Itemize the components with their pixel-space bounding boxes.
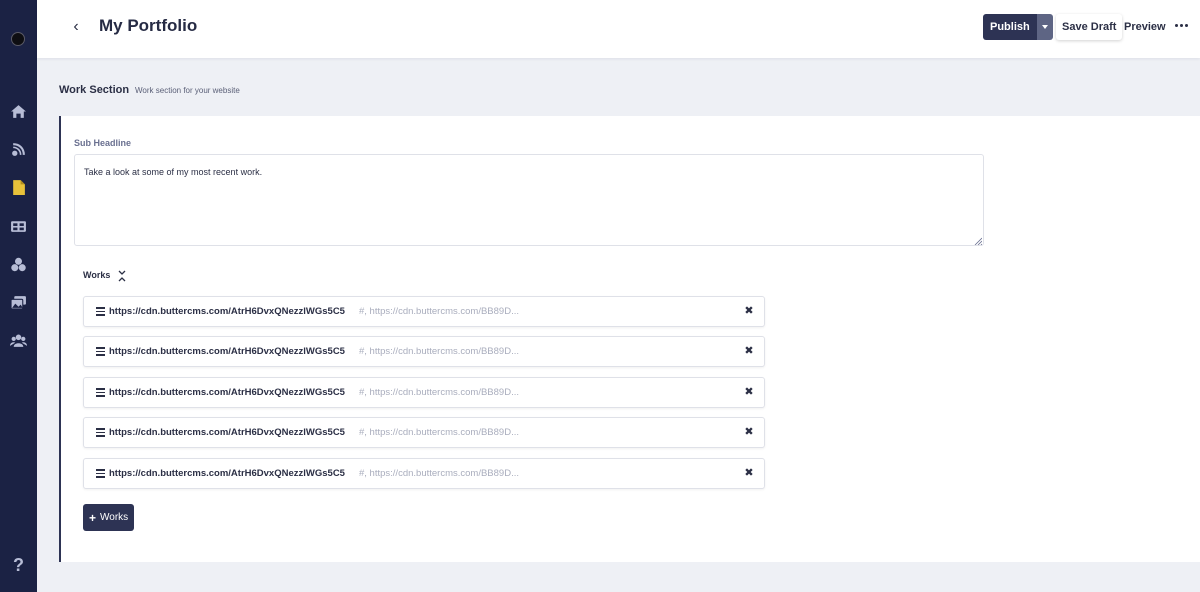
- collections-icon[interactable]: [10, 218, 27, 235]
- section-title: Work Section: [59, 84, 130, 96]
- work-url: https://cdn.buttercms.com/AtrH6DvxQNezzl…: [109, 387, 345, 398]
- publish-button-group: Publish: [983, 14, 1053, 40]
- work-url: https://cdn.buttercms.com/AtrH6DvxQNezzl…: [109, 306, 345, 317]
- blog-icon[interactable]: [10, 141, 27, 158]
- save-draft-button[interactable]: Save Draft: [1056, 14, 1123, 40]
- publish-dropdown-button[interactable]: [1036, 14, 1053, 40]
- remove-work-icon[interactable]: ✖: [743, 386, 755, 398]
- collapse-toggle-icon[interactable]: [117, 270, 127, 282]
- help-icon[interactable]: ?: [10, 555, 27, 575]
- drag-handle-icon[interactable]: [96, 347, 105, 356]
- section-subtitle: Work section for your website: [135, 86, 240, 95]
- work-meta: #, https://cdn.buttercms.com/BB89D...: [359, 346, 519, 357]
- media-icon[interactable]: [10, 294, 27, 311]
- home-icon[interactable]: [10, 103, 27, 120]
- works-label: Works: [83, 270, 111, 280]
- sidebar: ?: [0, 0, 37, 592]
- header: ‹ My Portfolio Publish Save Draft Previe…: [37, 0, 1200, 58]
- remove-work-icon[interactable]: ✖: [743, 467, 755, 479]
- remove-work-icon[interactable]: ✖: [743, 305, 755, 317]
- preview-button[interactable]: Preview: [1124, 14, 1166, 40]
- remove-work-icon[interactable]: ✖: [743, 426, 755, 438]
- sub-headline-input[interactable]: Take a look at some of my most recent wo…: [74, 154, 984, 246]
- drag-handle-icon[interactable]: [96, 388, 105, 397]
- work-section-panel: Sub Headline Take a look at some of my m…: [59, 116, 1200, 562]
- page-title: My Portfolio: [99, 16, 198, 35]
- work-meta: #, https://cdn.buttercms.com/BB89D...: [359, 468, 519, 479]
- work-row[interactable]: https://cdn.buttercms.com/AtrH6DvxQNezzl…: [83, 296, 765, 327]
- drag-handle-icon[interactable]: [96, 469, 105, 478]
- work-meta: #, https://cdn.buttercms.com/BB89D...: [359, 306, 519, 317]
- work-row[interactable]: https://cdn.buttercms.com/AtrH6DvxQNezzl…: [83, 377, 765, 408]
- drag-handle-icon[interactable]: [96, 307, 105, 316]
- more-options-icon[interactable]: [1175, 24, 1188, 27]
- plus-icon: +: [89, 510, 97, 525]
- work-row[interactable]: https://cdn.buttercms.com/AtrH6DvxQNezzl…: [83, 336, 765, 367]
- pages-icon[interactable]: [10, 179, 27, 196]
- remove-work-icon[interactable]: ✖: [743, 345, 755, 357]
- work-url: https://cdn.buttercms.com/AtrH6DvxQNezzl…: [109, 346, 345, 357]
- add-works-label: Works: [100, 512, 129, 523]
- work-url: https://cdn.buttercms.com/AtrH6DvxQNezzl…: [109, 468, 345, 479]
- components-icon[interactable]: [10, 256, 27, 273]
- caret-down-icon: [1041, 25, 1048, 29]
- avatar[interactable]: [11, 32, 25, 46]
- work-row[interactable]: https://cdn.buttercms.com/AtrH6DvxQNezzl…: [83, 458, 765, 489]
- publish-button[interactable]: Publish: [983, 14, 1037, 40]
- work-url: https://cdn.buttercms.com/AtrH6DvxQNezzl…: [109, 427, 345, 438]
- sub-headline-label: Sub Headline: [74, 138, 132, 148]
- drag-handle-icon[interactable]: [96, 428, 105, 437]
- users-icon[interactable]: [10, 332, 27, 349]
- add-works-button[interactable]: + Works: [83, 504, 135, 531]
- work-row[interactable]: https://cdn.buttercms.com/AtrH6DvxQNezzl…: [83, 417, 765, 448]
- resize-grip-icon[interactable]: [974, 237, 982, 245]
- work-meta: #, https://cdn.buttercms.com/BB89D...: [359, 387, 519, 398]
- work-meta: #, https://cdn.buttercms.com/BB89D...: [359, 427, 519, 438]
- back-button[interactable]: ‹: [67, 18, 85, 36]
